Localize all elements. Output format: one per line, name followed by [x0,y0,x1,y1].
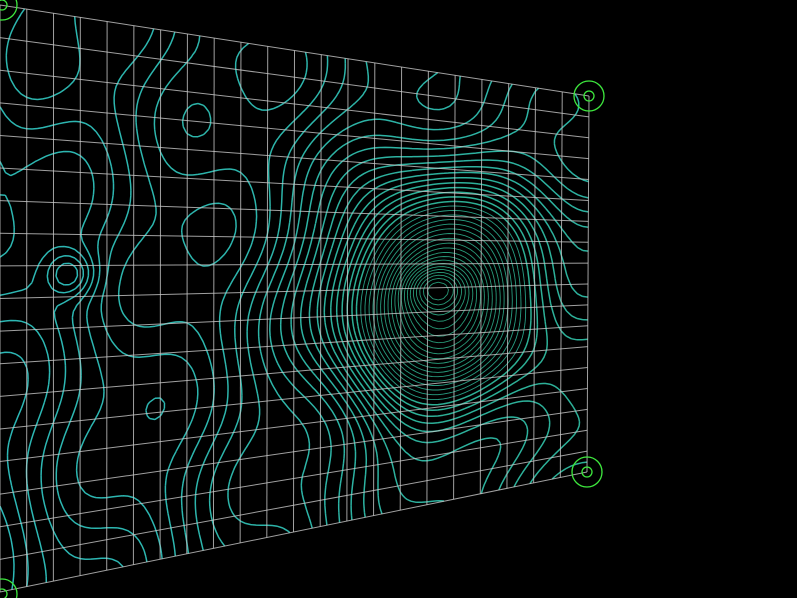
contour-line [5,8,199,557]
contour-line [360,205,527,401]
handle-bottom-left[interactable] [0,578,18,598]
3d-viewport[interactable] [0,0,797,598]
contour-line [0,245,124,568]
contour-line [391,242,493,364]
contour-line [290,87,589,521]
contour-line [372,219,513,386]
contour-line [0,150,148,563]
contour-line [257,61,461,529]
contour-line [0,505,15,590]
contour-line [400,256,481,349]
contour-line [412,269,466,322]
handle-inner-ring[interactable] [0,588,8,598]
contour-line [355,200,532,406]
contour-line [279,83,513,523]
terrain-canvas[interactable] [0,0,797,598]
contour-line [380,228,505,378]
contour-line [427,281,449,301]
contour-line [227,58,347,534]
handle-top-left[interactable] [0,0,18,21]
